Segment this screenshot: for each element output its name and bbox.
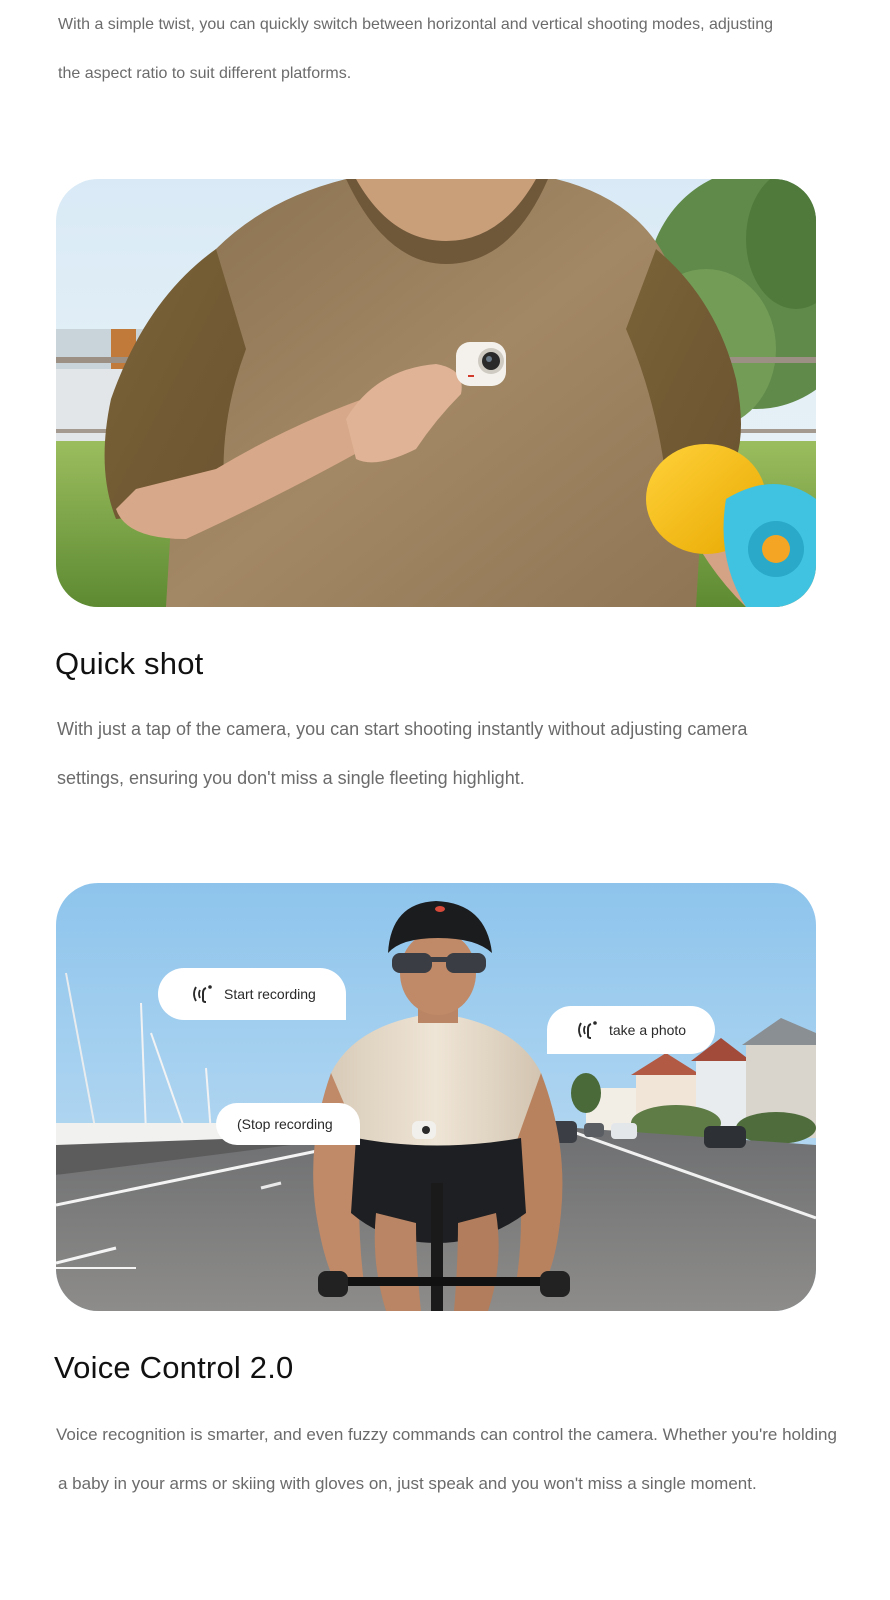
voice-bubble-start: Start recording xyxy=(158,968,346,1020)
voice-control-title: Voice Control 2.0 xyxy=(54,1350,294,1385)
intro-paragraph: With a simple twist, you can quickly swi… xyxy=(58,0,773,98)
intro-line-1: With a simple twist, you can quickly swi… xyxy=(58,16,774,33)
voice-bubble-stop: (Stop recording xyxy=(216,1103,360,1145)
quick-shot-line-2: settings, ensuring you don't miss a sing… xyxy=(57,768,525,788)
voice-bubble-photo-text: take a photo xyxy=(609,1022,687,1038)
quick-shot-title: Quick shot xyxy=(55,646,204,681)
quick-shot-paragraph: With just a tap of the camera, you can s… xyxy=(57,705,747,803)
voice-bubble-stop-text: (Stop recording xyxy=(237,1116,333,1132)
voice-control-paragraph: Voice recognition is smarter, and even f… xyxy=(56,1410,837,1508)
voice-wave-icon xyxy=(578,1021,597,1039)
intro-line-2: the aspect ratio to suit different platf… xyxy=(58,65,352,82)
voice-bubble-start-text: Start recording xyxy=(224,986,316,1002)
voice-control-line-2: a baby in your arms or skiing with glove… xyxy=(58,1474,757,1493)
quick-shot-line-1: With just a tap of the camera, you can s… xyxy=(57,719,748,739)
quick-shot-photo xyxy=(56,179,816,607)
voice-wave-icon xyxy=(193,985,212,1003)
voice-control-line-1: Voice recognition is smarter, and even f… xyxy=(56,1425,837,1444)
voice-bubble-photo: take a photo xyxy=(547,1006,715,1054)
voice-control-photo: Start recording take a photo (Stop recor… xyxy=(56,883,816,1311)
